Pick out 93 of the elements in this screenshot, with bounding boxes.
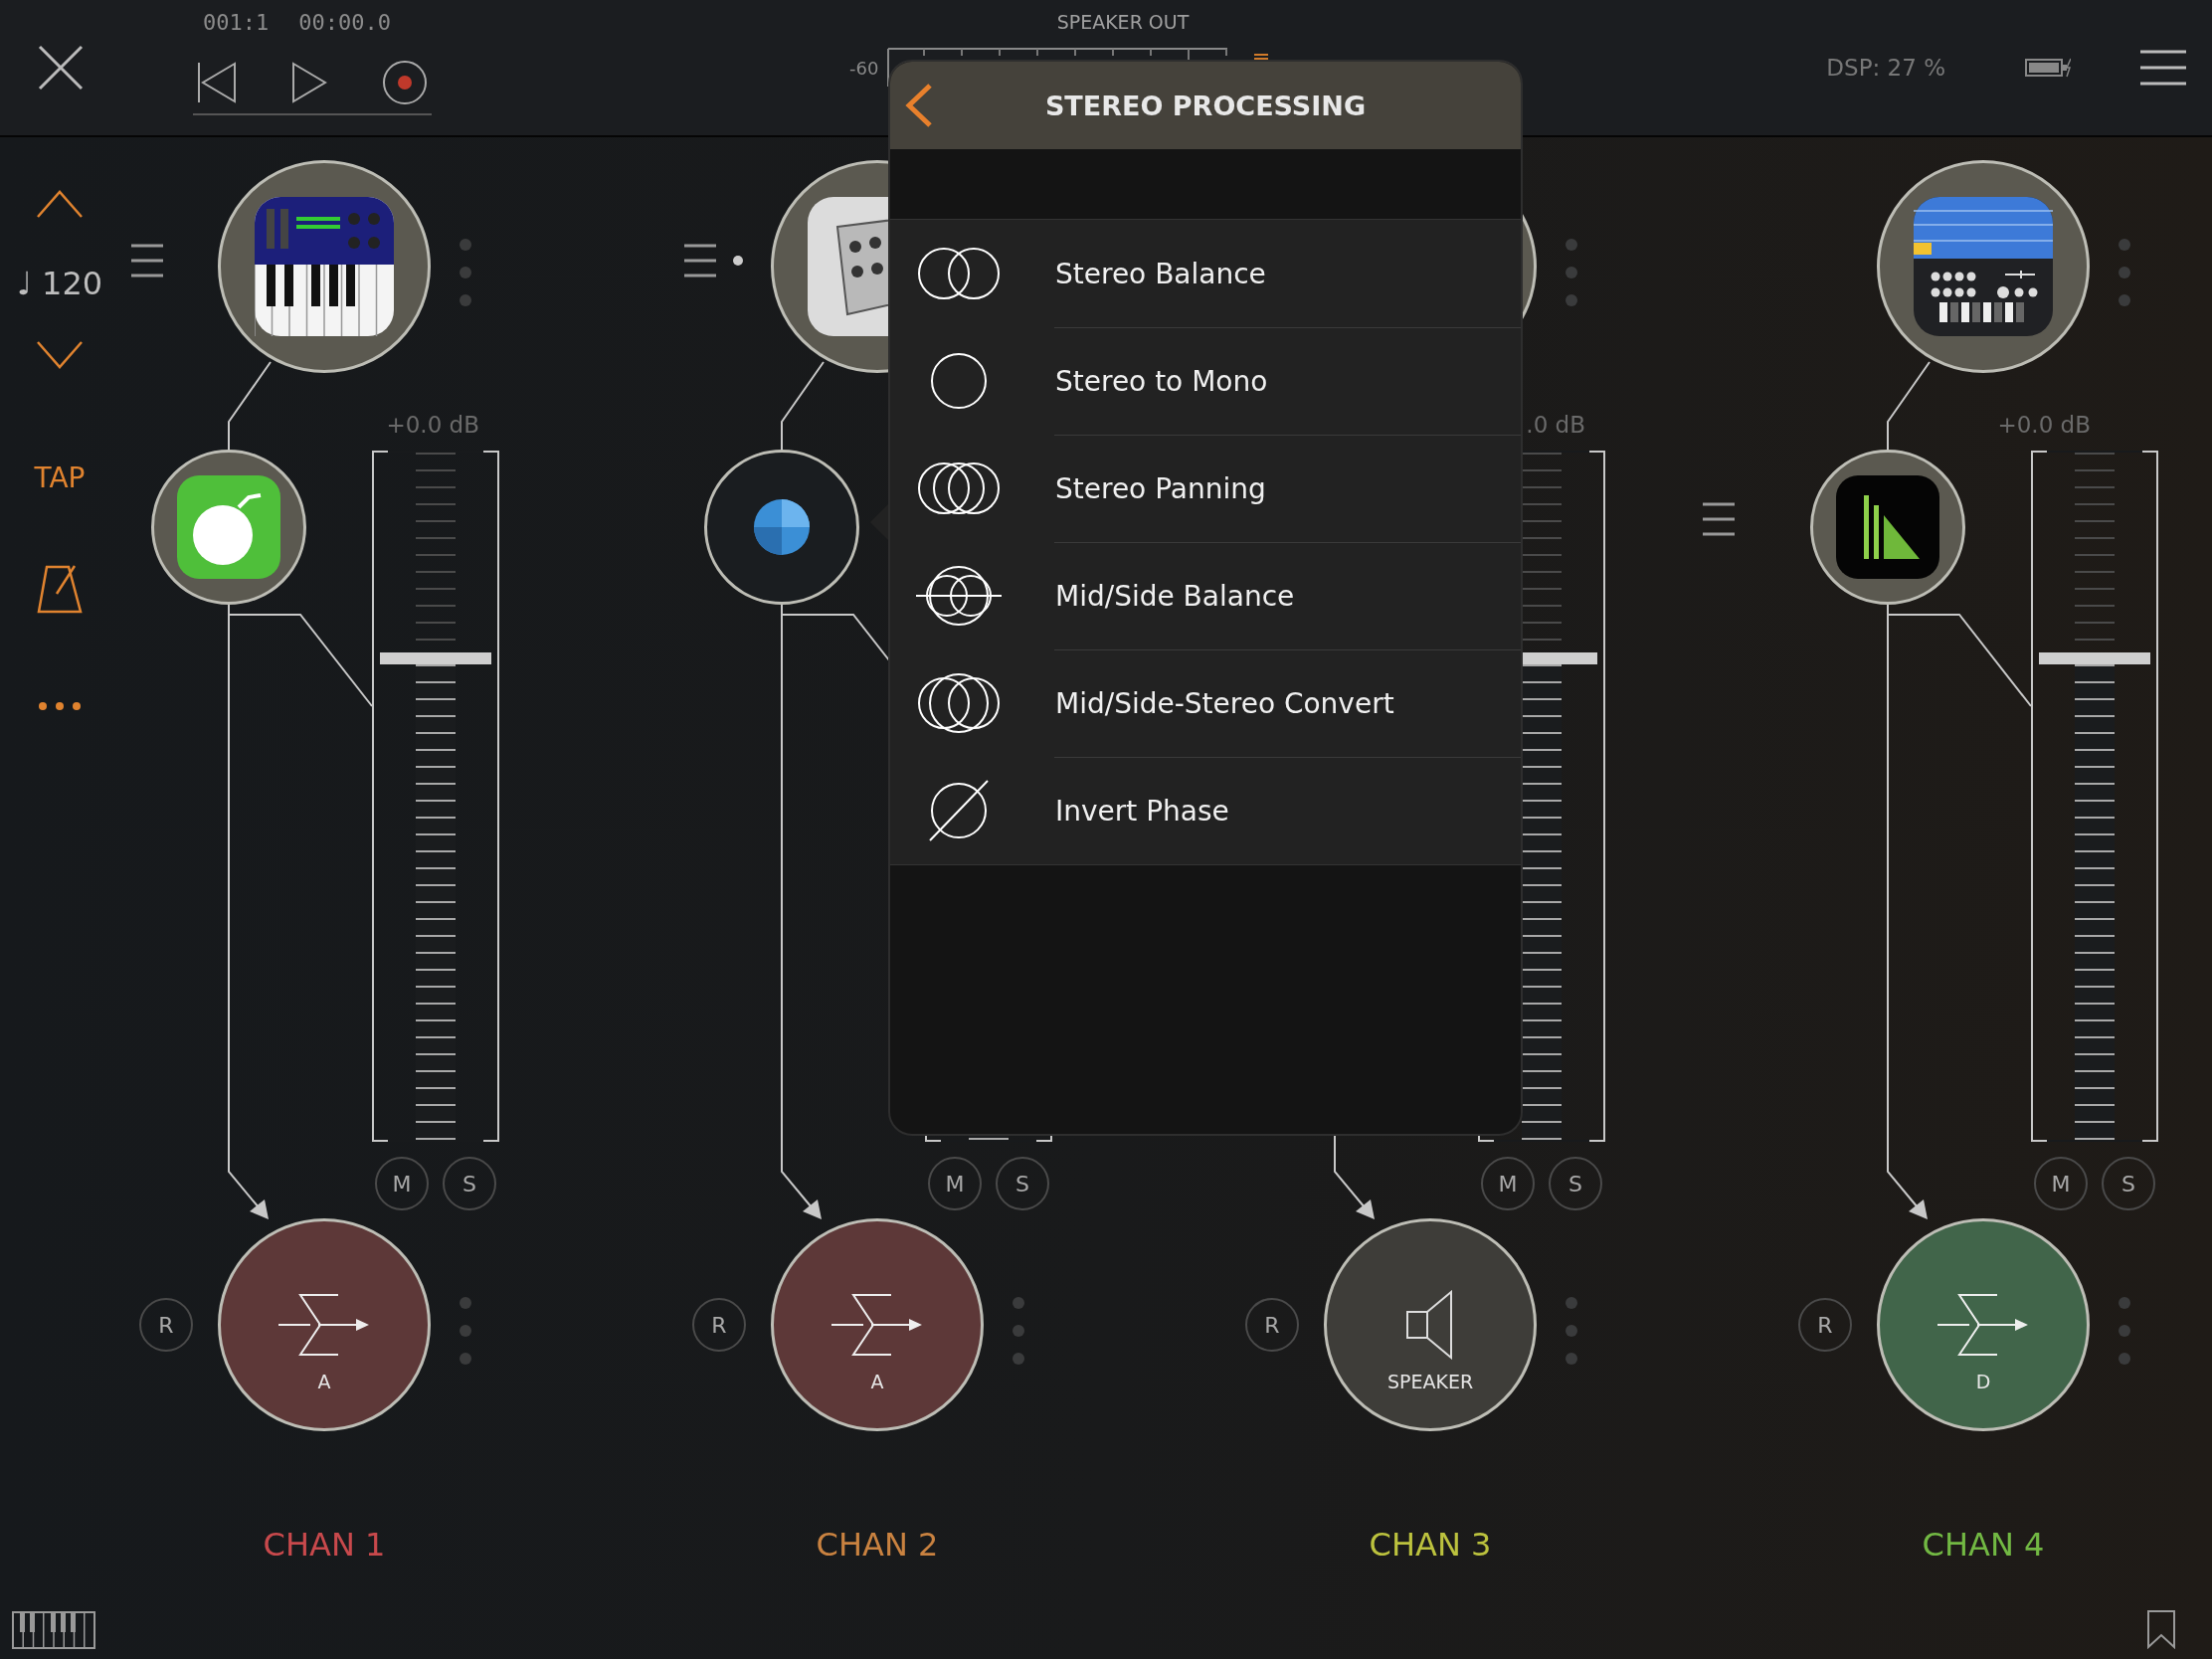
output-slot[interactable]: SPEAKER xyxy=(1324,1218,1537,1431)
mute-button[interactable]: M xyxy=(375,1157,429,1210)
menu-item[interactable]: Stereo to Mono xyxy=(890,327,1521,435)
menu-item-label: Mid/Side Balance xyxy=(1055,579,1295,613)
back-button[interactable] xyxy=(904,83,934,128)
fader-handle[interactable] xyxy=(2039,652,2150,665)
drum-machine-icon xyxy=(1914,197,2053,336)
output-label: SPEAKER xyxy=(1385,1371,1475,1392)
sum-arrow-icon xyxy=(831,1293,923,1357)
mute-button[interactable]: M xyxy=(1481,1157,1535,1210)
channel-name: CHAN 1 xyxy=(262,1526,387,1564)
more-icon xyxy=(38,701,82,711)
menu-item-label: Stereo Panning xyxy=(1055,471,1266,505)
volume-fader[interactable] xyxy=(372,451,499,1142)
close-button[interactable] xyxy=(38,45,84,91)
mute-button[interactable]: M xyxy=(928,1157,982,1210)
more-dots-icon[interactable] xyxy=(1566,239,1577,306)
menu-item-label: Stereo to Mono xyxy=(1055,364,1268,398)
back-chevron-icon xyxy=(904,83,934,128)
menu-icon xyxy=(2140,50,2186,86)
solo-button[interactable]: S xyxy=(1549,1157,1602,1210)
keyboard-icon[interactable] xyxy=(12,1611,95,1649)
tempo-value: ♩ 120 xyxy=(16,265,103,302)
metronome-button[interactable] xyxy=(35,564,85,614)
more-dots-icon[interactable] xyxy=(460,1297,471,1365)
tempo-up-button[interactable] xyxy=(36,189,84,219)
volume-fader[interactable] xyxy=(2031,451,2158,1142)
battery-icon xyxy=(2025,58,2071,78)
rewind-button[interactable] xyxy=(197,61,237,104)
gain-readout: +0.0 dB xyxy=(1997,412,2091,438)
mute-button[interactable]: M xyxy=(2034,1157,2088,1210)
record-icon xyxy=(382,60,428,105)
bookmark-icon[interactable] xyxy=(2146,1609,2176,1649)
time-display: 00:00.0 xyxy=(298,10,391,35)
play-icon xyxy=(290,61,328,104)
keyboard-synth-icon xyxy=(255,197,394,336)
sum-arrow-icon xyxy=(278,1293,370,1357)
more-dots-icon[interactable] xyxy=(460,239,471,306)
channel-name: CHAN 4 xyxy=(1921,1526,2046,1564)
chevron-up-icon xyxy=(36,189,84,219)
record-arm-button[interactable]: R xyxy=(139,1298,193,1352)
meter-label: -60 xyxy=(849,57,879,79)
close-icon xyxy=(38,45,84,91)
bomb-icon xyxy=(177,475,280,579)
record-arm-button[interactable]: R xyxy=(1798,1298,1852,1352)
more-dots-icon[interactable] xyxy=(2119,239,2130,306)
output-label: A xyxy=(869,1371,885,1392)
panel-title: STEREO PROCESSING xyxy=(1044,90,1367,121)
overlapping-circles-icon xyxy=(914,564,1004,628)
menu-item[interactable]: Invert Phase xyxy=(890,757,1521,864)
output-label: A xyxy=(316,1371,332,1392)
menu-item-label: Mid/Side-Stereo Convert xyxy=(1055,686,1394,720)
menu-item[interactable]: Mid/Side-Stereo Convert xyxy=(890,649,1521,757)
menu-item-label: Invert Phase xyxy=(1055,794,1229,828)
record-arm-button[interactable]: R xyxy=(1245,1298,1299,1352)
menu-dot-icon xyxy=(684,244,746,277)
menu-item-label: Stereo Balance xyxy=(1055,257,1266,290)
solo-button[interactable]: S xyxy=(2102,1157,2155,1210)
more-dots-icon[interactable] xyxy=(1566,1297,1577,1365)
more-dots-icon[interactable] xyxy=(2119,1297,2130,1365)
bar-position: 001:1 xyxy=(203,10,270,35)
channel-name: CHAN 3 xyxy=(1368,1526,1493,1564)
dsp-load: DSP: 27 % xyxy=(1826,55,1945,81)
meter-title: SPEAKER OUT xyxy=(1055,11,1191,33)
menu-item[interactable]: Stereo Balance xyxy=(890,220,1521,327)
sum-arrow-icon xyxy=(1937,1293,2029,1357)
gain-readout: +0.0 dB xyxy=(386,412,479,438)
record-button[interactable] xyxy=(382,60,428,105)
more-dots-icon[interactable] xyxy=(1013,1297,1024,1365)
tap-button[interactable]: TAP xyxy=(34,461,86,494)
menu-button[interactable] xyxy=(2140,50,2186,86)
gain-readout: .0 dB xyxy=(1526,412,1585,438)
tempo-down-button[interactable] xyxy=(36,340,84,370)
speaker-icon xyxy=(1405,1290,1455,1360)
menu-item[interactable]: Stereo Panning xyxy=(890,435,1521,542)
solo-button[interactable]: S xyxy=(443,1157,496,1210)
fader-handle[interactable] xyxy=(380,652,491,665)
channel-name: CHAN 2 xyxy=(815,1526,940,1564)
play-button[interactable] xyxy=(290,61,328,104)
chevron-down-icon xyxy=(36,340,84,370)
record-arm-button[interactable]: R xyxy=(692,1298,746,1352)
skip-back-icon xyxy=(197,61,237,104)
solo-button[interactable]: S xyxy=(996,1157,1049,1210)
output-slot[interactable]: A xyxy=(218,1218,431,1431)
menu-item[interactable]: Mid/Side Balance xyxy=(890,542,1521,649)
more-button[interactable] xyxy=(38,701,82,711)
output-label: D xyxy=(1974,1371,1992,1392)
metronome-icon xyxy=(35,564,85,614)
output-slot[interactable]: D xyxy=(1877,1218,2090,1431)
output-slot[interactable]: A xyxy=(771,1218,984,1431)
pie-icon xyxy=(752,497,812,557)
menu-button[interactable] xyxy=(684,244,746,277)
level-bars-icon xyxy=(1836,475,1939,579)
